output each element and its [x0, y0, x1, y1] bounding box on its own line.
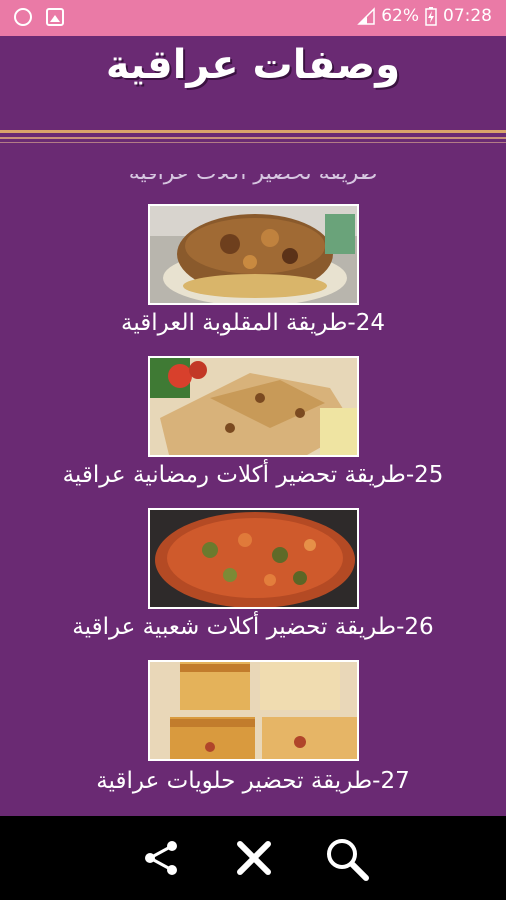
share-icon — [145, 841, 177, 875]
battery-charging-icon — [425, 7, 437, 26]
share-button[interactable] — [138, 834, 186, 882]
battery-percent: 62% — [381, 6, 419, 26]
list-item-label[interactable]: 27-طريقة تحضير حلويات عراقية — [0, 768, 506, 794]
ramadan-pies-photo[interactable] — [148, 356, 359, 457]
maqluba-photo[interactable] — [148, 204, 359, 305]
chat-notification-icon — [14, 8, 32, 26]
notification-icons — [14, 8, 64, 26]
app-header: وصفات عراقية — [0, 36, 506, 128]
list-item[interactable]: 26-طريقة تحضير أكلات شعبية عراقية — [0, 508, 506, 650]
list-item[interactable]: 27-طريقة تحضير حلويات عراقية — [0, 660, 506, 810]
list-item-label[interactable]: 25-طريقة تحضير أكلات رمضانية عراقية — [0, 462, 506, 488]
search-button[interactable] — [322, 834, 370, 882]
list-item-label[interactable]: 24-طريقة المقلوبة العراقية — [0, 310, 506, 336]
clock: 07:28 — [443, 6, 492, 26]
list-item[interactable]: 25-طريقة تحضير أكلات رمضانية عراقية — [0, 356, 506, 498]
dessert-squares-photo[interactable] — [148, 660, 359, 761]
header-divider — [0, 128, 506, 146]
close-button[interactable] — [230, 834, 278, 882]
page-title: وصفات عراقية — [105, 42, 401, 88]
list-item-label[interactable]: 26-طريقة تحضير أكلات شعبية عراقية — [0, 614, 506, 640]
signal-icon — [357, 7, 375, 25]
status-bar: 62% 07:28 — [0, 0, 506, 36]
list-item[interactable]: 24-طريقة المقلوبة العراقية — [0, 204, 506, 346]
partial-list-caption: طريقة تحضير أكلات عراقية — [0, 174, 506, 188]
bottom-action-bar — [0, 816, 506, 900]
status-indicators: 62% 07:28 — [357, 6, 492, 26]
close-icon — [237, 841, 271, 875]
image-notification-icon — [46, 8, 64, 26]
vegetable-casserole-photo[interactable] — [148, 508, 359, 609]
search-icon — [327, 839, 369, 881]
recipe-list[interactable]: طريقة تحضير أكلات عراقية 24-طريقة المقلو… — [0, 146, 506, 816]
